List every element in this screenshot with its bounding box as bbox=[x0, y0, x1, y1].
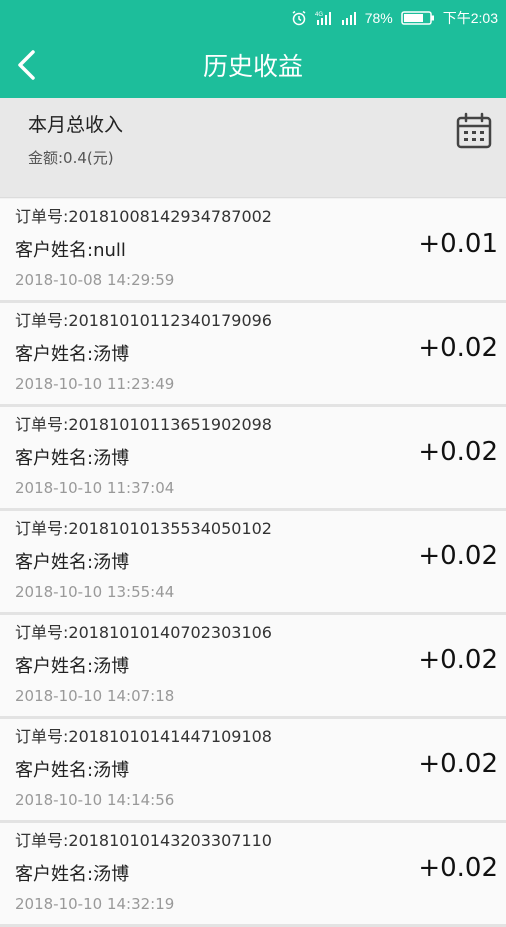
income-amount: +0.02 bbox=[418, 437, 498, 467]
calendar-icon bbox=[456, 112, 492, 149]
order-number: 订单号:20181010141447109108 bbox=[15, 727, 272, 746]
order-number: 订单号:20181010113651902098 bbox=[15, 415, 272, 434]
chevron-left-icon bbox=[18, 50, 35, 80]
network-label: 4G bbox=[315, 12, 323, 18]
signal-icon-1: 4G bbox=[315, 10, 333, 26]
summary-amount: 金额:0.4(元) bbox=[28, 149, 114, 167]
timestamp: 2018-10-10 11:23:49 bbox=[15, 375, 175, 393]
list-item[interactable]: 订单号:20181010113651902098 客户姓名:汤博 2018-10… bbox=[0, 407, 506, 511]
list-item[interactable]: 订单号:20181010140702303106 客户姓名:汤博 2018-10… bbox=[0, 615, 506, 719]
customer-name: 客户姓名:汤博 bbox=[15, 552, 130, 573]
income-amount: +0.02 bbox=[418, 853, 498, 883]
income-amount: +0.02 bbox=[418, 749, 498, 779]
page-title: 历史收益 bbox=[202, 52, 303, 81]
customer-name: 客户姓名:null bbox=[15, 240, 126, 261]
customer-name: 客户姓名:汤博 bbox=[15, 760, 130, 781]
order-number: 订单号:20181010140702303106 bbox=[15, 623, 272, 642]
back-button[interactable] bbox=[6, 45, 46, 85]
alarm-icon bbox=[291, 10, 307, 26]
battery-percent: 78% bbox=[364, 10, 393, 26]
status-bar: 4G 78% 下午2:03 bbox=[0, 0, 506, 35]
income-amount: +0.02 bbox=[418, 541, 498, 571]
income-list: 订单号:20181008142934787002 客户姓名:null 2018-… bbox=[0, 199, 506, 927]
income-amount: +0.02 bbox=[418, 333, 498, 363]
battery-icon bbox=[401, 10, 435, 26]
list-item[interactable]: 订单号:20181010135534050102 客户姓名:汤博 2018-10… bbox=[0, 511, 506, 615]
timestamp: 2018-10-10 13:55:44 bbox=[15, 583, 175, 601]
order-number: 订单号:20181008142934787002 bbox=[15, 207, 272, 226]
order-number: 订单号:20181010143203307110 bbox=[15, 831, 272, 850]
customer-name: 客户姓名:汤博 bbox=[15, 448, 130, 469]
list-item[interactable]: 订单号:20181008142934787002 客户姓名:null 2018-… bbox=[0, 199, 506, 303]
timestamp: 2018-10-10 14:14:56 bbox=[15, 791, 175, 809]
monthly-summary: 本月总收入 金额:0.4(元) bbox=[0, 98, 506, 198]
status-indicators: 4G 78% 下午2:03 bbox=[291, 7, 498, 29]
clock: 下午2:03 bbox=[442, 10, 498, 26]
calendar-button[interactable] bbox=[455, 112, 493, 150]
signal-icon-2 bbox=[341, 10, 357, 26]
app-bar: 历史收益 bbox=[0, 35, 506, 98]
income-amount: +0.01 bbox=[418, 229, 498, 259]
customer-name: 客户姓名:汤博 bbox=[15, 656, 130, 677]
summary-title: 本月总收入 bbox=[28, 114, 124, 136]
customer-name: 客户姓名:汤博 bbox=[15, 344, 130, 365]
timestamp: 2018-10-08 14:29:59 bbox=[15, 271, 175, 289]
timestamp: 2018-10-10 11:37:04 bbox=[15, 479, 175, 497]
order-number: 订单号:20181010112340179096 bbox=[15, 311, 272, 330]
order-number: 订单号:20181010135534050102 bbox=[15, 519, 272, 538]
timestamp: 2018-10-10 14:32:19 bbox=[15, 895, 175, 913]
customer-name: 客户姓名:汤博 bbox=[15, 864, 130, 885]
list-item[interactable]: 订单号:20181010143203307110 客户姓名:汤博 2018-10… bbox=[0, 823, 506, 927]
income-amount: +0.02 bbox=[418, 645, 498, 675]
list-item[interactable]: 订单号:20181010112340179096 客户姓名:汤博 2018-10… bbox=[0, 303, 506, 407]
list-item[interactable]: 订单号:20181010141447109108 客户姓名:汤博 2018-10… bbox=[0, 719, 506, 823]
timestamp: 2018-10-10 14:07:18 bbox=[15, 687, 175, 705]
